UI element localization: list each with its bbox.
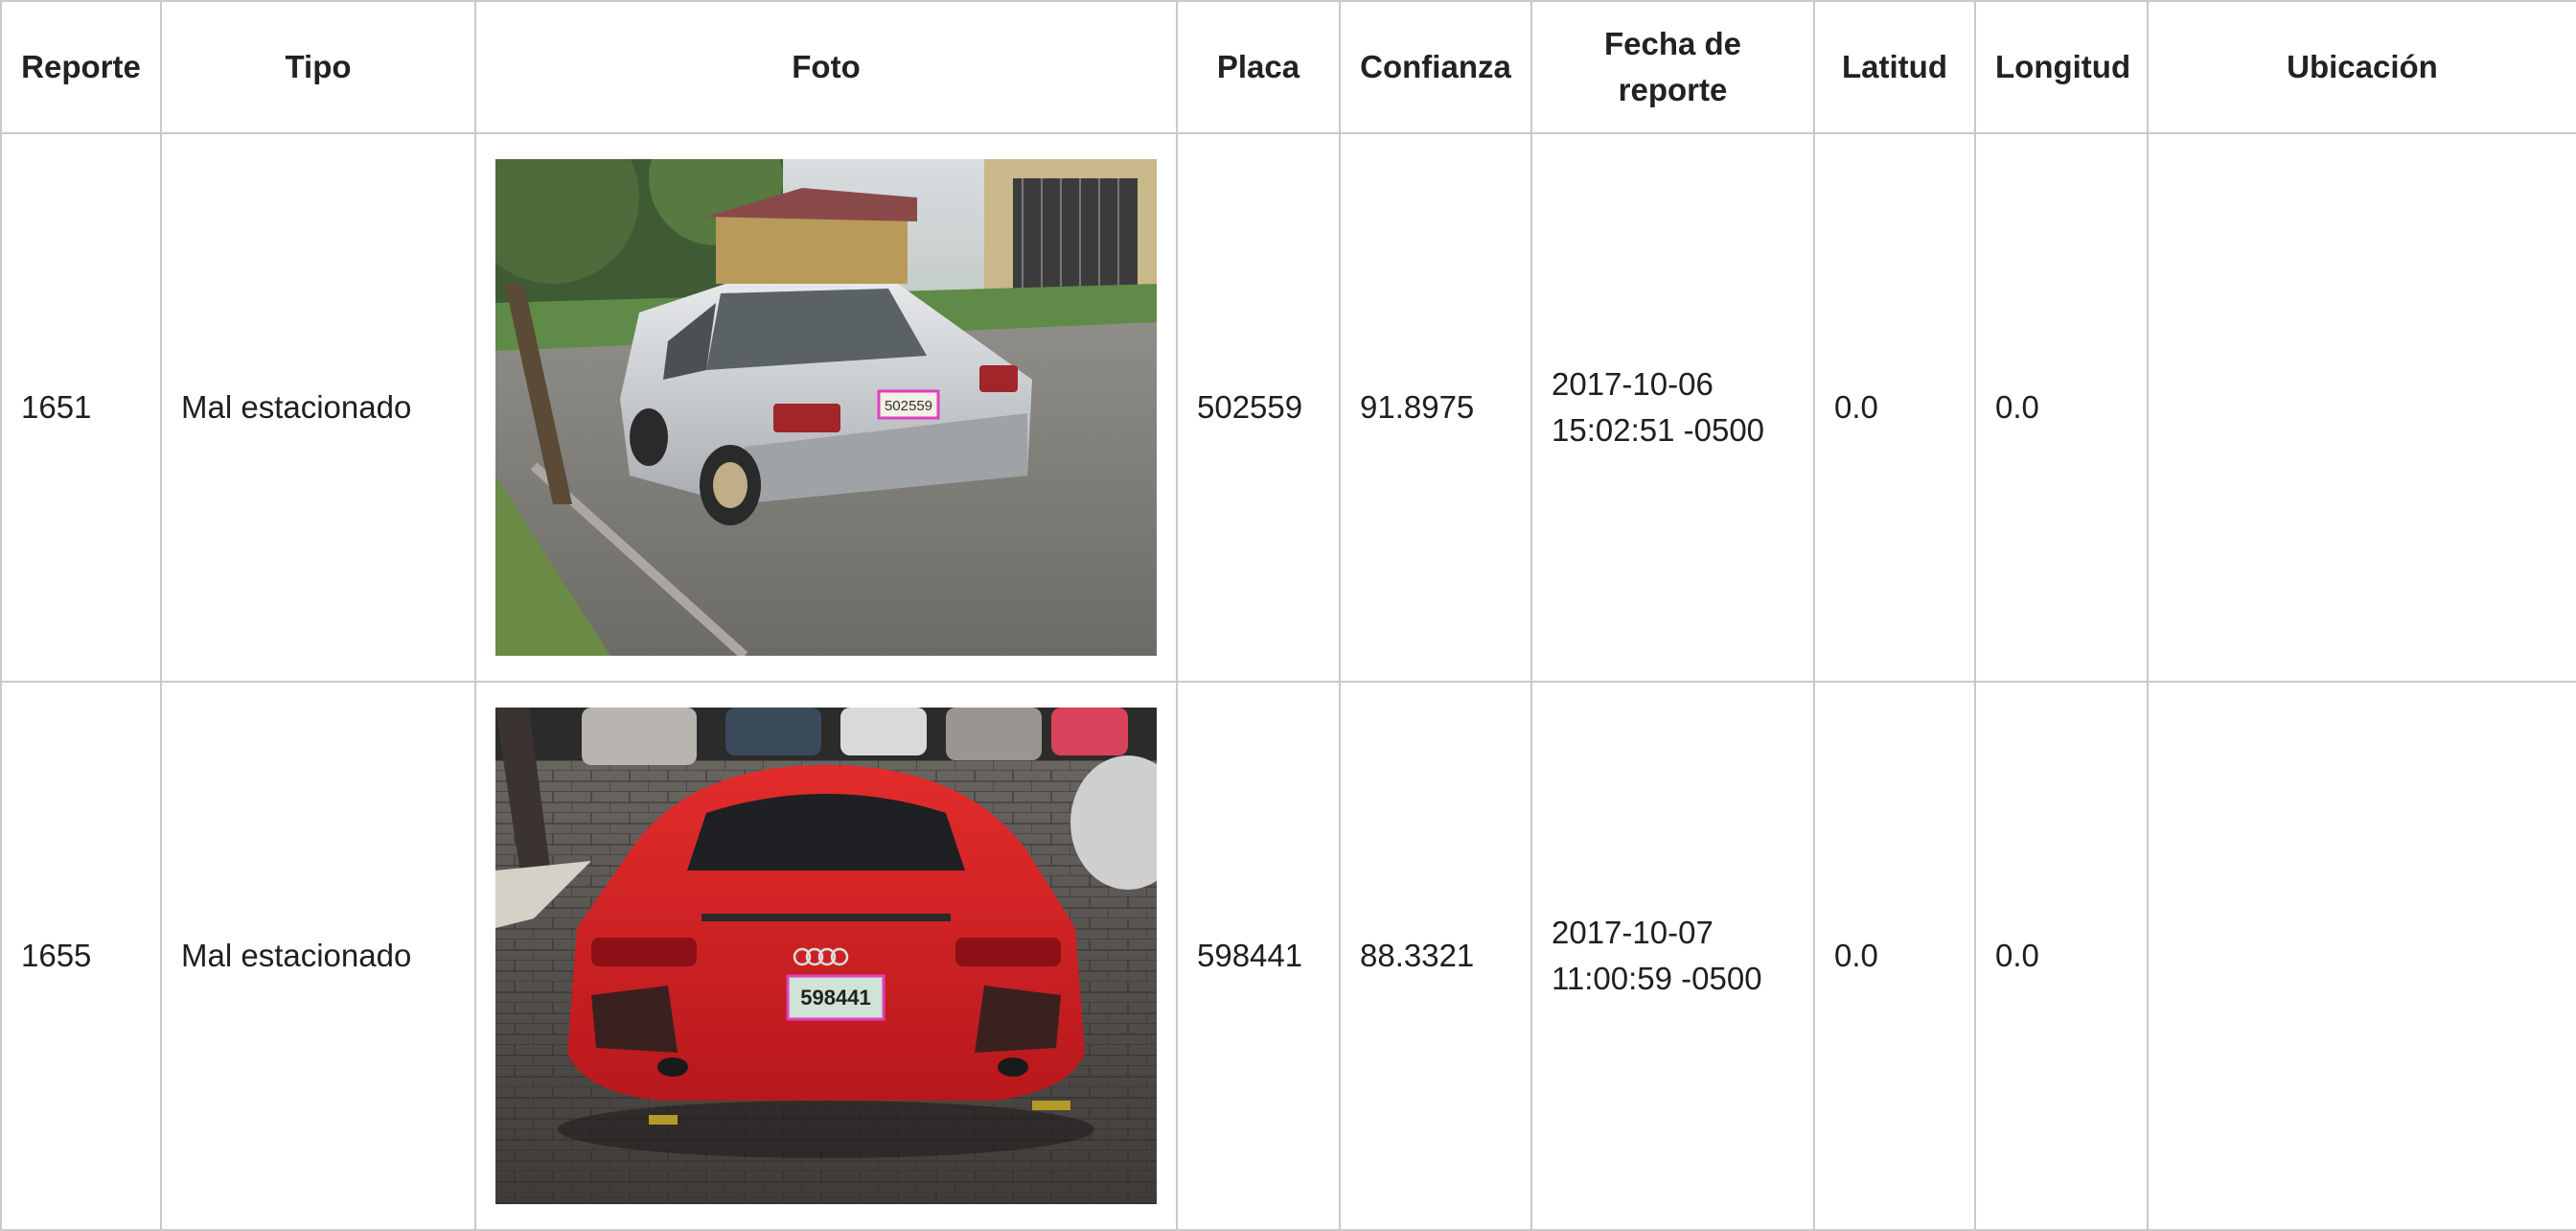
fecha-date: 2017-10-07 bbox=[1552, 915, 1714, 950]
cell-reporte: 1655 bbox=[0, 681, 162, 1231]
table-header-row: Reporte Tipo Foto Placa Confianza Fecha … bbox=[0, 0, 2576, 134]
cell-longitud: 0.0 bbox=[1974, 132, 2149, 683]
table-row: 1651 Mal estacionado 502559 502559 91.89… bbox=[0, 132, 2576, 683]
header-ubicacion: Ubicación bbox=[2147, 0, 2576, 134]
header-latitud: Latitud bbox=[1813, 0, 1976, 134]
header-foto: Foto bbox=[474, 0, 1178, 134]
cell-reporte: 1651 bbox=[0, 132, 162, 683]
red-sports-car-photo[interactable]: 598441 bbox=[495, 708, 1157, 1204]
plate-text-1: 502559 bbox=[885, 398, 932, 414]
cell-confianza: 88.3321 bbox=[1339, 681, 1532, 1231]
cell-placa: 502559 bbox=[1176, 132, 1341, 683]
silver-sedan-photo[interactable]: 502559 bbox=[495, 159, 1157, 656]
header-confianza: Confianza bbox=[1339, 0, 1532, 134]
cell-ubicacion bbox=[2147, 681, 2576, 1231]
fecha-date: 2017-10-06 bbox=[1552, 366, 1714, 402]
header-fecha: Fecha de reporte bbox=[1530, 0, 1815, 134]
cell-tipo: Mal estacionado bbox=[160, 132, 476, 683]
header-placa: Placa bbox=[1176, 0, 1341, 134]
reports-table: Reporte Tipo Foto Placa Confianza Fecha … bbox=[0, 0, 2576, 1231]
cell-fecha: 2017-10-06 15:02:51 -0500 bbox=[1530, 132, 1815, 683]
header-fecha-label: Fecha de reporte bbox=[1603, 26, 1742, 107]
cell-foto: 598441 bbox=[474, 681, 1178, 1231]
cell-fecha: 2017-10-07 11:00:59 -0500 bbox=[1530, 681, 1815, 1231]
cell-confianza: 91.8975 bbox=[1339, 132, 1532, 683]
header-tipo: Tipo bbox=[160, 0, 476, 134]
fecha-time: 11:00:59 -0500 bbox=[1552, 961, 1762, 996]
header-reporte: Reporte bbox=[0, 0, 162, 134]
cell-latitud: 0.0 bbox=[1813, 681, 1976, 1231]
table-row: 1655 Mal estacionado 598441 598441 88.33… bbox=[0, 681, 2576, 1231]
fecha-time: 15:02:51 -0500 bbox=[1552, 412, 1765, 448]
cell-tipo: Mal estacionado bbox=[160, 681, 476, 1231]
cell-latitud: 0.0 bbox=[1813, 132, 1976, 683]
cell-foto: 502559 bbox=[474, 132, 1178, 683]
cell-ubicacion bbox=[2147, 132, 2576, 683]
header-longitud: Longitud bbox=[1974, 0, 2149, 134]
plate-text-2: 598441 bbox=[800, 986, 870, 1010]
cell-longitud: 0.0 bbox=[1974, 681, 2149, 1231]
cell-placa: 598441 bbox=[1176, 681, 1341, 1231]
